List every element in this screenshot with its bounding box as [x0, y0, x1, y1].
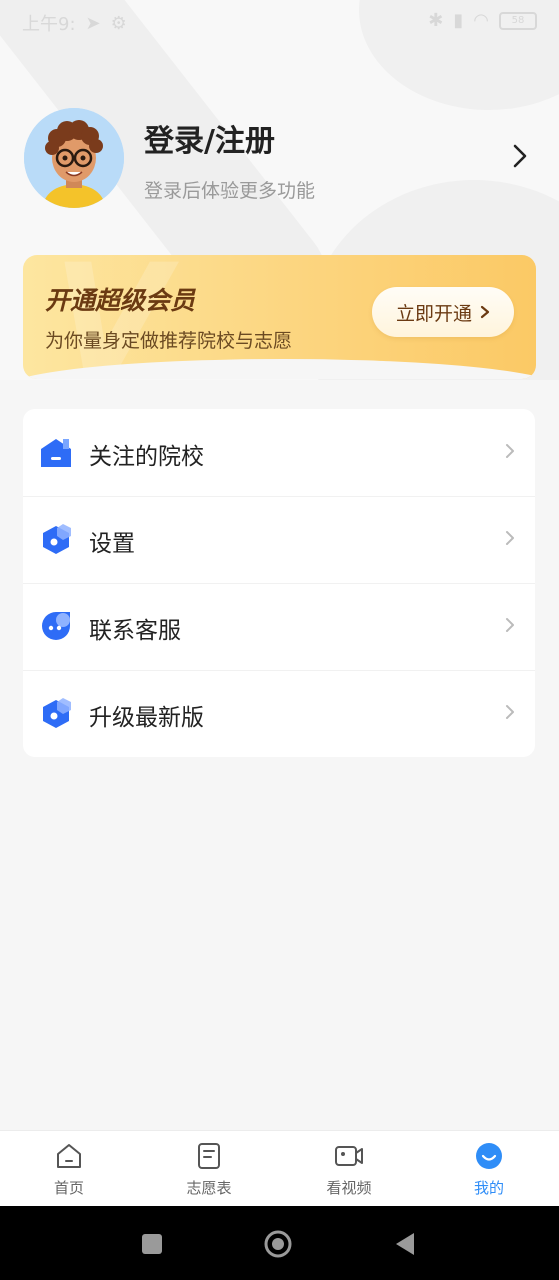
form-icon: [198, 1143, 220, 1169]
profile-icon: [476, 1143, 502, 1169]
status-time: 上午9:: [22, 14, 76, 35]
telegram-icon: ➤: [85, 12, 101, 34]
chevron-right-icon: [506, 618, 514, 632]
status-bar: 上午9: ➤ ⚙ ✱ ▮ ◠ 58: [0, 0, 559, 40]
menu-item-label: 设置: [89, 531, 135, 557]
tab-video[interactable]: 看视频: [289, 1141, 409, 1201]
back-icon[interactable]: [392, 1230, 420, 1258]
chevron-right-icon: [480, 305, 490, 319]
menu-item-label: 升级最新版: [89, 705, 204, 731]
home-nav-icon[interactable]: [264, 1230, 292, 1258]
chevron-right-icon: [506, 705, 514, 719]
upgrade-icon: [43, 698, 71, 728]
battery-icon: 58: [499, 11, 537, 30]
open-vip-button[interactable]: 立即开通: [372, 287, 514, 337]
tab-home[interactable]: 首页: [9, 1141, 129, 1201]
decor-shape: V: [53, 255, 170, 379]
menu-item-settings[interactable]: 设置: [23, 496, 535, 584]
login-register-title[interactable]: 登录/注册: [144, 116, 275, 160]
wifi-icon: ◠: [473, 10, 489, 31]
vip-subtitle: 为你量身定做推荐院校与志愿: [45, 330, 293, 352]
tab-label: 首页: [53, 1179, 84, 1197]
menu-item-followed-schools[interactable]: 关注的院校: [23, 409, 535, 497]
avatar[interactable]: [24, 108, 124, 208]
school-icon: [41, 439, 71, 467]
video-icon: [335, 1146, 363, 1166]
chevron-right-icon[interactable]: [506, 142, 534, 170]
customer-service-icon: [42, 612, 70, 640]
system-nav-bar: [0, 1206, 559, 1280]
menu-item-upgrade[interactable]: 升级最新版: [23, 670, 535, 757]
vip-banner[interactable]: V 开通超级会员 为你量身定做推荐院校与志愿 立即开通: [23, 255, 536, 379]
menu-item-label: 关注的院校: [89, 444, 204, 470]
login-subtitle: 登录后体验更多功能: [144, 180, 316, 202]
bottom-tab-bar: 首页 志愿表 看视频 我的: [0, 1130, 559, 1207]
tab-mine[interactable]: 我的: [429, 1141, 549, 1201]
tab-application-form[interactable]: 志愿表: [149, 1141, 269, 1201]
settings-icon: [43, 524, 71, 554]
chevron-right-icon: [506, 531, 514, 545]
menu-list: 关注的院校 设置 联系客服 升级最新版: [23, 409, 535, 757]
tab-label: 看视频: [326, 1179, 372, 1197]
tab-label: 我的: [473, 1179, 504, 1197]
bluetooth-icon: ✱: [428, 10, 444, 31]
home-icon: [57, 1144, 81, 1168]
profile-header[interactable]: 登录/注册 登录后体验更多功能: [24, 108, 534, 208]
recent-apps-icon[interactable]: [138, 1230, 166, 1258]
signal-icon: ▮: [453, 10, 464, 31]
menu-item-label: 联系客服: [89, 618, 181, 644]
tab-label: 志愿表: [186, 1179, 232, 1197]
vip-title: 开通超级会员: [45, 286, 196, 315]
menu-item-customer-service[interactable]: 联系客服: [23, 583, 535, 671]
gear-icon: ⚙: [110, 12, 127, 34]
chevron-right-icon: [506, 444, 514, 458]
open-vip-label: 立即开通: [395, 302, 472, 325]
